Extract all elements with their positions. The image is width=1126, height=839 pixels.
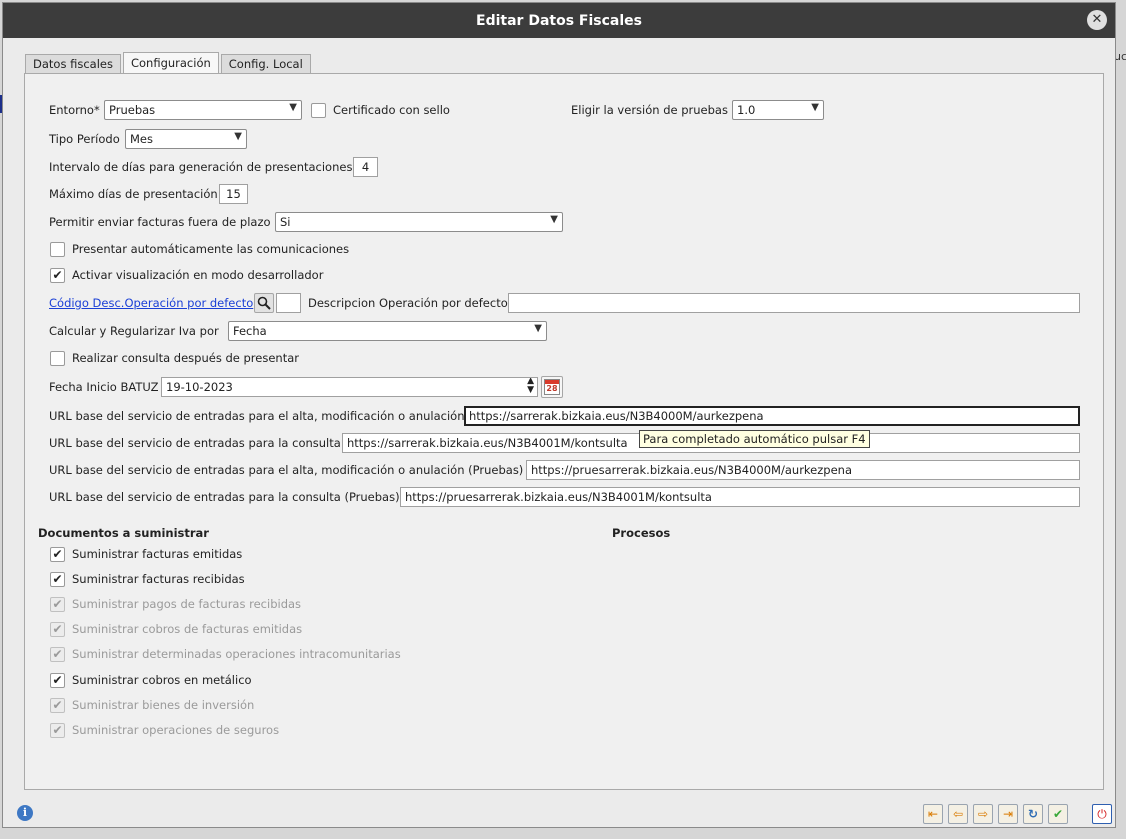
fecha-inicio-input[interactable]: 19-10-2023 ▲ ▼ <box>161 377 538 397</box>
documento-checkbox[interactable]: ✔ <box>50 547 65 562</box>
chevron-down-icon: ▼ <box>289 102 297 113</box>
calcular-value: Fecha <box>233 324 267 338</box>
close-icon[interactable]: ✕ <box>1087 10 1107 30</box>
bottom-toolbar: i ⇤ ⇦ ⇨ ⇥ ↻ ✔ ⏻ <box>3 799 1115 827</box>
certificado-label: Certificado con sello <box>333 103 450 117</box>
calcular-label: Calcular y Regularizar Iva por <box>49 324 219 338</box>
documento-checkbox[interactable]: ✔ <box>50 673 65 688</box>
documento-checkbox: ✔ <box>50 698 65 713</box>
documento-label: Suministrar facturas emitidas <box>72 547 243 561</box>
info-icon[interactable]: i <box>17 805 33 821</box>
tab-configuracion[interactable]: Configuración <box>122 52 219 75</box>
chevron-down-icon: ▼ <box>534 323 542 334</box>
search-icon <box>257 296 271 310</box>
documento-label: Suministrar facturas recibidas <box>72 572 245 586</box>
codigo-desc-input[interactable] <box>276 293 301 313</box>
calendar-day: 28 <box>546 384 558 393</box>
tipo-periodo-select[interactable]: Mes ▼ <box>125 129 247 149</box>
next-record-icon: ⇨ <box>977 807 989 821</box>
modo-desarrollador-label: Activar visualización en modo desarrolla… <box>72 268 324 282</box>
version-label: Eligir la versión de pruebas <box>571 103 728 117</box>
configuracion-form: Entorno* Pruebas ▼ Certificado con sello… <box>27 76 1101 514</box>
modo-desarrollador-checkbox[interactable]: ✔ <box>50 268 65 283</box>
chevron-down-icon: ▼ <box>234 131 242 142</box>
url-alta-pruebas-input[interactable]: https://pruesarrerak.bizkaia.eus/N3B4000… <box>526 460 1080 480</box>
documento-checkbox[interactable]: ✔ <box>50 572 65 587</box>
next-record-button[interactable]: ⇨ <box>973 804 993 824</box>
certificado-checkbox[interactable] <box>311 103 326 118</box>
last-record-button[interactable]: ⇥ <box>998 804 1018 824</box>
refresh-button[interactable]: ↻ <box>1023 804 1043 824</box>
documento-label: Suministrar cobros en metálico <box>72 673 252 687</box>
intervalo-label: Intervalo de días para generación de pre… <box>49 160 353 174</box>
accept-button[interactable]: ✔ <box>1048 804 1068 824</box>
entorno-value: Pruebas <box>109 103 156 117</box>
first-record-button[interactable]: ⇤ <box>923 804 943 824</box>
descripcion-input[interactable] <box>508 293 1080 313</box>
documento-label: Suministrar operaciones de seguros <box>72 723 280 737</box>
fecha-inicio-label: Fecha Inicio BATUZ <box>49 380 159 394</box>
check-icon: ✔ <box>1052 807 1064 821</box>
url-alta-input[interactable]: https://sarrerak.bizkaia.eus/N3B4000M/au… <box>464 406 1080 426</box>
last-record-icon: ⇥ <box>1002 807 1014 821</box>
documento-label: Suministrar cobros de facturas emitidas <box>72 622 303 636</box>
url-alta-label: URL base del servicio de entradas para e… <box>49 409 465 423</box>
version-select[interactable]: 1.0 ▼ <box>732 100 824 120</box>
previous-record-button[interactable]: ⇦ <box>948 804 968 824</box>
tipo-periodo-value: Mes <box>130 132 153 146</box>
calendar-icon: 28 <box>544 379 560 395</box>
permitir-value: Si <box>280 215 291 229</box>
dialog-title: Editar Datos Fiscales <box>476 12 642 29</box>
tab-config-local[interactable]: Config. Local <box>220 54 311 74</box>
permitir-label: Permitir enviar facturas fuera de plazo <box>49 215 271 229</box>
calcular-select[interactable]: Fecha ▼ <box>228 321 547 341</box>
intervalo-input[interactable]: 4 <box>353 157 378 177</box>
maximo-label: Máximo días de presentación <box>49 187 218 201</box>
url-alta-pruebas-label: URL base del servicio de entradas para e… <box>49 463 524 477</box>
documento-checkbox: ✔ <box>50 647 65 662</box>
maximo-input[interactable]: 15 <box>219 184 248 204</box>
autocomplete-tooltip: Para completado automático pulsar F4 <box>639 430 870 448</box>
exit-button[interactable]: ⏻ <box>1092 804 1112 824</box>
power-icon: ⏻ <box>1097 807 1107 821</box>
documento-checkbox: ✔ <box>50 723 65 738</box>
documento-label: Suministrar bienes de inversión <box>72 698 255 712</box>
dialog-window: Editar Datos Fiscales ✕ Datos fiscales C… <box>2 2 1116 828</box>
url-consulta-pruebas-label: URL base del servicio de entradas para l… <box>49 490 400 504</box>
tab-bar: Datos fiscales Configuración Config. Loc… <box>25 52 313 75</box>
tab-datos-fiscales[interactable]: Datos fiscales <box>25 54 121 74</box>
documento-checkbox: ✔ <box>50 597 65 612</box>
chevron-down-icon: ▼ <box>550 214 558 225</box>
permitir-select[interactable]: Si ▼ <box>275 212 563 232</box>
spinner-icon[interactable]: ▲ ▼ <box>527 378 534 395</box>
presentar-auto-checkbox[interactable] <box>50 242 65 257</box>
descripcion-label: Descripcion Operación por defecto <box>308 296 508 310</box>
presentar-auto-label: Presentar automáticamente las comunicaci… <box>72 242 350 256</box>
previous-record-icon: ⇦ <box>952 807 964 821</box>
consulta-label: Realizar consulta después de presentar <box>72 351 299 365</box>
entorno-select[interactable]: Pruebas ▼ <box>104 100 302 120</box>
version-value: 1.0 <box>737 103 756 117</box>
search-button[interactable] <box>254 293 274 313</box>
refresh-icon: ↻ <box>1027 807 1039 821</box>
url-consulta-label: URL base del servicio de entradas para l… <box>49 436 341 450</box>
dialog-titlebar: Editar Datos Fiscales ✕ <box>3 3 1115 38</box>
documentos-title: Documentos a suministrar <box>38 526 209 540</box>
documento-label: Suministrar pagos de facturas recibidas <box>72 597 302 611</box>
consulta-checkbox[interactable] <box>50 351 65 366</box>
codigo-desc-link[interactable]: Código Desc.Operación por defecto <box>49 296 253 310</box>
url-consulta-pruebas-input[interactable]: https://pruesarrerak.bizkaia.eus/N3B4001… <box>400 487 1080 507</box>
first-record-icon: ⇤ <box>927 807 939 821</box>
documento-checkbox: ✔ <box>50 622 65 637</box>
tipo-periodo-label: Tipo Período <box>49 132 120 146</box>
fecha-inicio-value: 19-10-2023 <box>166 380 233 394</box>
procesos-title: Procesos <box>612 526 671 540</box>
entorno-label: Entorno* <box>49 103 100 117</box>
calendar-button[interactable]: 28 <box>541 376 563 398</box>
configuracion-panel: Entorno* Pruebas ▼ Certificado con sello… <box>24 73 1104 790</box>
chevron-down-icon: ▼ <box>811 102 819 113</box>
documento-label: Suministrar determinadas operaciones int… <box>72 647 401 661</box>
